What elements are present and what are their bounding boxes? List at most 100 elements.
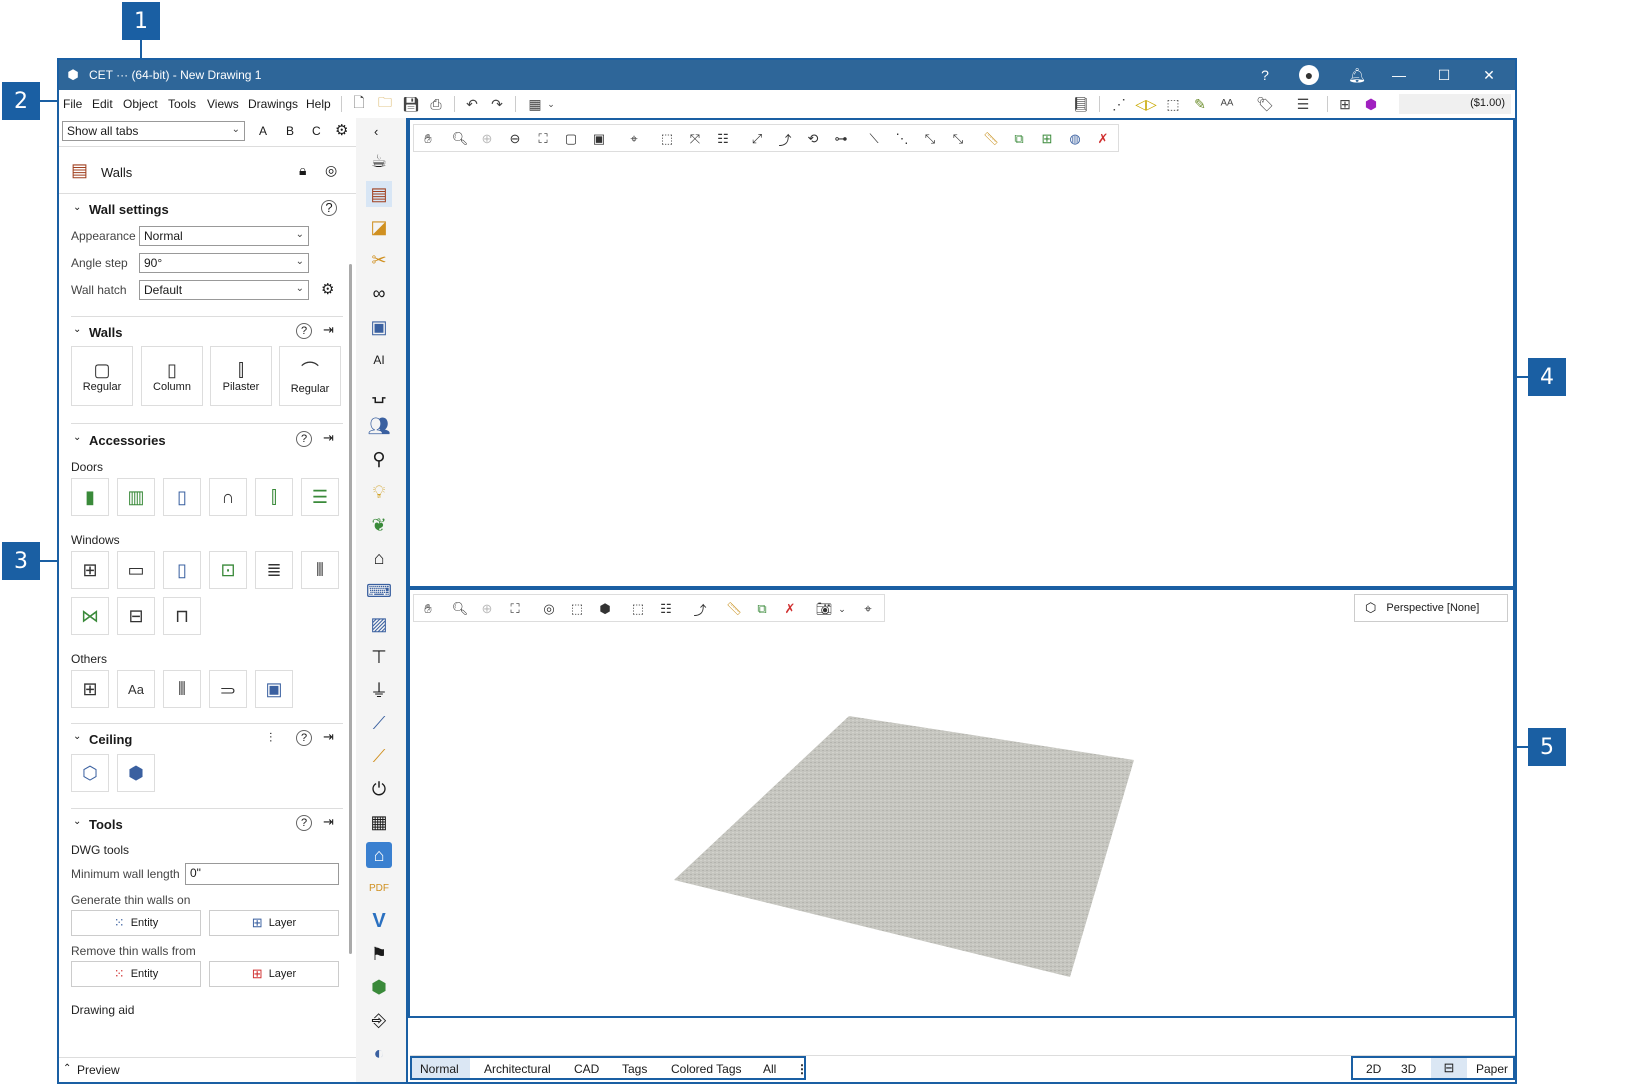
- print-icon[interactable]: ⎙: [426, 94, 446, 114]
- tools-icon[interactable]: ✂: [366, 247, 392, 273]
- help-icon[interactable]: ?: [296, 730, 312, 746]
- window-grid-icon[interactable]: ⊞: [71, 551, 109, 589]
- arrow-3-icon[interactable]: ⤡: [920, 129, 940, 149]
- text-label-icon[interactable]: Aa: [117, 670, 155, 708]
- ruler-icon[interactable]: 📏︎: [981, 129, 1001, 149]
- save-icon[interactable]: 💾︎: [401, 94, 421, 114]
- stairs-icon[interactable]: ⟋: [366, 710, 392, 736]
- door-garage-icon[interactable]: ☰: [301, 478, 339, 516]
- cube-icon[interactable]: ⬢: [366, 974, 392, 1000]
- sphere-icon[interactable]: ◍: [1065, 129, 1085, 149]
- select-area-icon[interactable]: ⬚: [1163, 94, 1183, 114]
- preview-bar[interactable]: ⌃ Preview: [59, 1057, 356, 1082]
- glasses-icon[interactable]: ∞: [366, 280, 392, 306]
- ceiling-header[interactable]: Ceiling: [89, 732, 132, 747]
- tab-architectural[interactable]: Architectural: [484, 1062, 551, 1076]
- zoom-out-icon[interactable]: ⊖: [505, 129, 525, 149]
- chevron-down-icon[interactable]: ⌄: [73, 202, 81, 213]
- chevron-down-icon[interactable]: ⌄: [73, 816, 81, 827]
- viewport-3d[interactable]: ✋︎ 🔍︎ ⊕ ⛶ ◎ ⬚ ⬢ ⬚ ☷ ⤴ 📏︎ ⧉ ✗ 📷︎ ⌄ ⌖ ⬡ Pe…: [408, 588, 1515, 1018]
- undo-icon[interactable]: ↶: [462, 94, 482, 114]
- pdf-icon[interactable]: PDF: [366, 875, 392, 901]
- flag-icon[interactable]: ⚑: [366, 941, 392, 967]
- tab-all[interactable]: All: [763, 1062, 776, 1076]
- zoom-window-icon[interactable]: ▢: [561, 129, 581, 149]
- remove-entity-button[interactable]: ⁙ Entity: [71, 961, 201, 987]
- tab-normal[interactable]: Normal: [420, 1062, 459, 1076]
- walls-header[interactable]: Walls: [89, 325, 122, 340]
- select-icon[interactable]: ⬚: [657, 129, 677, 149]
- tab-colored-tags[interactable]: Colored Tags: [671, 1062, 742, 1076]
- laptop-icon[interactable]: ⌨: [366, 578, 392, 604]
- pan-hand-icon[interactable]: ✋︎: [418, 129, 438, 149]
- more-icon[interactable]: ⋮: [796, 1062, 808, 1076]
- door-glass-icon[interactable]: ▯: [163, 478, 201, 516]
- focus-icon[interactable]: ⌖: [624, 129, 644, 149]
- zoom-extents-icon[interactable]: ⛶: [533, 129, 553, 149]
- fireplace-icon[interactable]: ⌂: [366, 842, 392, 868]
- replace-icon[interactable]: ✎: [1190, 94, 1210, 114]
- plug-cube-icon[interactable]: ⎆: [366, 1007, 392, 1033]
- wall-tile-pilaster[interactable]: ⫿ Pilaster: [210, 346, 272, 406]
- menu-edit[interactable]: Edit: [92, 97, 113, 111]
- window-box-icon[interactable]: ⊓: [163, 597, 201, 635]
- help-icon[interactable]: ?: [321, 200, 337, 216]
- filter-b[interactable]: B: [286, 124, 294, 138]
- pattern-icon[interactable]: ▨: [366, 611, 392, 637]
- people-icon[interactable]: 👥︎: [366, 413, 392, 439]
- ai-camera-icon[interactable]: AI: [366, 347, 392, 373]
- open-folder-icon[interactable]: 🗀: [375, 94, 395, 114]
- house-icon[interactable]: ⌂: [366, 545, 392, 571]
- plug-icon[interactable]: ⏻: [366, 776, 392, 802]
- move-icon[interactable]: ⤢: [747, 129, 767, 149]
- door-frame-icon[interactable]: ⫿: [255, 478, 293, 516]
- wall-tile-column[interactable]: ▯ Column: [141, 346, 203, 406]
- pop-out-icon[interactable]: ⇥: [323, 322, 334, 338]
- generate-layer-button[interactable]: ⊞ Layer: [209, 910, 339, 936]
- picture-icon[interactable]: ▣: [366, 314, 392, 340]
- ceiling-flat-icon[interactable]: ⬡: [71, 754, 109, 792]
- deselect-icon[interactable]: ⤧: [685, 129, 705, 149]
- kitchen-tools-icon[interactable]: ⚲: [366, 446, 392, 472]
- view-3d[interactable]: 3D: [1401, 1062, 1416, 1076]
- copy-icon[interactable]: ⧉: [1009, 129, 1029, 149]
- pop-out-icon[interactable]: ⇥: [323, 729, 334, 745]
- avatar[interactable]: ●: [1299, 65, 1319, 85]
- gear-icon[interactable]: ⚙: [321, 280, 334, 298]
- shelves-icon[interactable]: ▦: [366, 809, 392, 835]
- line-icon[interactable]: ⟍: [864, 129, 884, 149]
- tab-cad[interactable]: CAD: [574, 1062, 599, 1076]
- radiator-icon[interactable]: ⦀: [163, 670, 201, 708]
- close-icon[interactable]: ✕: [1479, 65, 1499, 85]
- stretch-icon[interactable]: ⤴: [775, 129, 795, 149]
- remove-layer-button[interactable]: ⊞ Layer: [209, 961, 339, 987]
- measure-arrow-icon[interactable]: ⤡: [948, 129, 968, 149]
- tag-icon[interactable]: 🏷︎: [1255, 94, 1275, 114]
- window-picture-icon[interactable]: ▭: [117, 551, 155, 589]
- chevron-left-icon[interactable]: ‹: [374, 124, 378, 139]
- chevron-down-icon[interactable]: ⌄: [73, 432, 81, 443]
- table-round-icon[interactable]: ⊤: [366, 644, 392, 670]
- lifebuoy-icon[interactable]: ◎: [325, 162, 337, 179]
- select-list-icon[interactable]: ☷: [713, 129, 733, 149]
- hexagon-icon[interactable]: ⬢: [1361, 94, 1381, 114]
- outlet-icon[interactable]: ⥰: [209, 670, 247, 708]
- window-tall-icon[interactable]: ▯: [163, 551, 201, 589]
- door-arch-icon[interactable]: ∩: [209, 478, 247, 516]
- pop-out-icon[interactable]: ⇥: [323, 814, 334, 830]
- hierarchy-icon[interactable]: ⊞: [1335, 94, 1355, 114]
- generate-entity-button[interactable]: ⁙ Entity: [71, 910, 201, 936]
- new-file-icon[interactable]: 🗋: [349, 94, 369, 114]
- help-icon[interactable]: ?: [296, 431, 312, 447]
- window-blind-icon[interactable]: ≣: [255, 551, 293, 589]
- window-curtain-icon[interactable]: ⋈: [71, 597, 109, 635]
- help-icon[interactable]: ?: [296, 815, 312, 831]
- zoom-icon[interactable]: 🔍︎: [450, 129, 470, 149]
- wall-brick-icon[interactable]: ▤: [366, 181, 392, 207]
- array-icon[interactable]: ⊞: [1037, 129, 1057, 149]
- delete-icon[interactable]: ✗: [1093, 129, 1113, 149]
- coffee-cup-icon[interactable]: ☕︎: [366, 148, 392, 174]
- tab-filter-select[interactable]: Show all tabs ⌄: [62, 121, 245, 141]
- wall-tile-curved[interactable]: ⌒ Regular: [279, 346, 341, 406]
- light-bulb-icon[interactable]: 💡︎: [366, 479, 392, 505]
